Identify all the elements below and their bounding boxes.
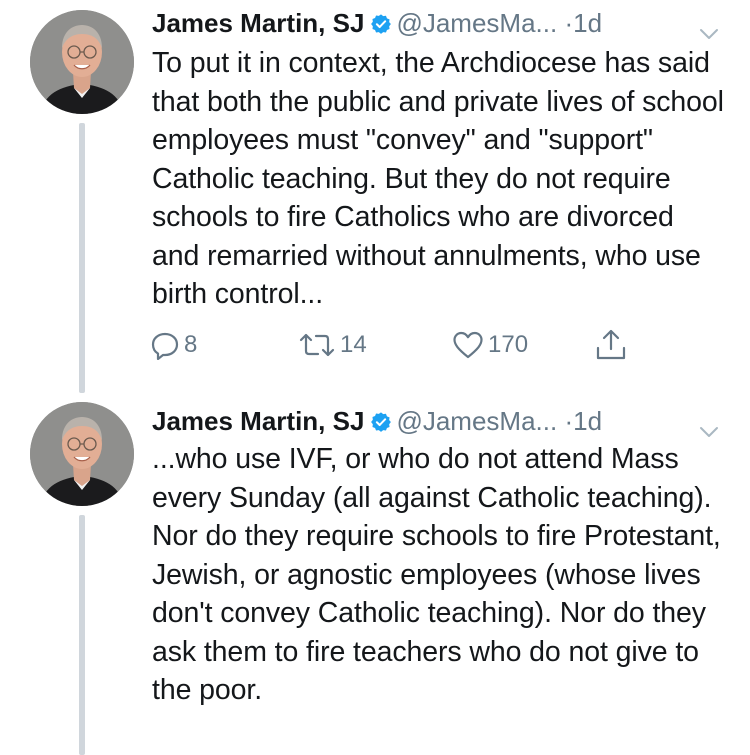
avatar[interactable]	[30, 10, 134, 114]
tweet-header: James Martin, SJ @JamesMa... ·1d	[152, 4, 732, 42]
reply-icon	[150, 330, 180, 360]
timestamp[interactable]: 1d	[573, 406, 602, 436]
tweet-actions: 8 14 170	[150, 325, 650, 365]
tweet-2[interactable]: James Martin, SJ @JamesMa... ·1d ...who u…	[0, 392, 750, 755]
heart-icon	[452, 330, 484, 360]
author-name[interactable]: James Martin, SJ	[152, 406, 364, 436]
tweet-text: To put it in context, the Archdiocese ha…	[152, 47, 724, 310]
retweet-icon	[298, 330, 336, 360]
chevron-down-icon[interactable]	[698, 14, 720, 39]
timestamp[interactable]: 1d	[573, 8, 602, 38]
reply-count: 8	[184, 331, 198, 358]
chevron-down-icon[interactable]	[698, 412, 720, 437]
verified-badge-icon	[370, 405, 392, 432]
tweet-1[interactable]: James Martin, SJ @JamesMa... ·1d To put i…	[0, 0, 750, 393]
reply-button[interactable]: 8	[150, 325, 197, 365]
tweet-text: ...who use IVF, or who do not attend Mas…	[152, 443, 721, 706]
retweet-count: 14	[340, 331, 367, 358]
retweet-button[interactable]: 14	[298, 325, 367, 365]
separator-dot: ·	[564, 8, 574, 38]
thread-connector-line	[79, 123, 85, 393]
verified-badge-icon	[370, 7, 392, 34]
author-handle[interactable]: @JamesMa...	[396, 406, 557, 436]
separator-dot: ·	[564, 406, 574, 436]
avatar[interactable]	[30, 402, 134, 506]
author-handle[interactable]: @JamesMa...	[396, 8, 557, 38]
tweet-header: James Martin, SJ @JamesMa... ·1d	[152, 402, 732, 440]
like-count: 170	[488, 331, 529, 358]
like-button[interactable]: 170	[452, 325, 528, 365]
share-icon	[594, 328, 628, 362]
thread-connector-line	[79, 515, 85, 755]
author-name[interactable]: James Martin, SJ	[152, 8, 364, 38]
share-button[interactable]	[594, 325, 628, 365]
